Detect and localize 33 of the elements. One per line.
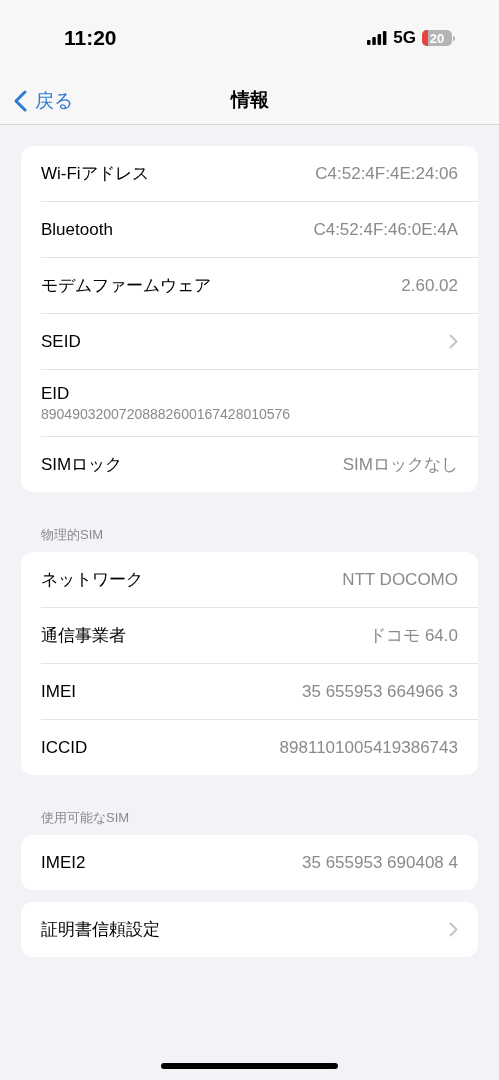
row-label: EID	[41, 384, 70, 404]
row-label: Wi-Fiアドレス	[41, 163, 149, 185]
row-label: ネットワーク	[41, 569, 143, 591]
chevron-right-icon	[449, 922, 458, 937]
chevron-left-icon	[14, 90, 27, 112]
row-value: C4:52:4F:46:0E:4A	[313, 219, 458, 240]
row-label: IMEI2	[41, 852, 86, 873]
section-header: 使用可能なSIM	[40, 809, 131, 827]
row-value: 89049032007208882600167428010576	[41, 406, 291, 422]
row-value: 35 655953 690408 4	[302, 852, 458, 873]
settings-row-link[interactable]: SEID	[41, 314, 478, 369]
row-value: 35 655953 664966 3	[302, 681, 458, 702]
back-button[interactable]: 戻る	[12, 84, 75, 118]
chevron-right-icon	[449, 334, 458, 349]
row-label: Bluetooth	[41, 219, 113, 240]
row-label: モデムファームウェア	[41, 275, 211, 297]
row-value: 2.60.02	[401, 275, 458, 296]
signal-icon	[367, 31, 388, 45]
row-value: SIMロックなし	[342, 454, 458, 476]
battery-icon: 20	[422, 30, 455, 46]
status-time: 11:20	[64, 26, 117, 50]
row-value: ドコモ 64.0	[369, 625, 458, 647]
row-value: C4:52:4F:4E:24:06	[315, 163, 458, 184]
settings-row-link[interactable]: 証明書信頼設定	[41, 902, 478, 957]
page-title: 情報	[230, 88, 269, 112]
row-label: SIMロック	[41, 454, 123, 476]
row-label: ICCID	[41, 737, 88, 758]
section-header: 物理的SIM	[40, 526, 105, 544]
row-label: IMEI	[41, 681, 76, 702]
row-value: NTT DOCOMO	[342, 569, 458, 590]
row-label: 通信事業者	[41, 625, 126, 647]
row-value: 8981101005419386743	[279, 737, 458, 758]
network-label: 5G	[393, 28, 416, 48]
